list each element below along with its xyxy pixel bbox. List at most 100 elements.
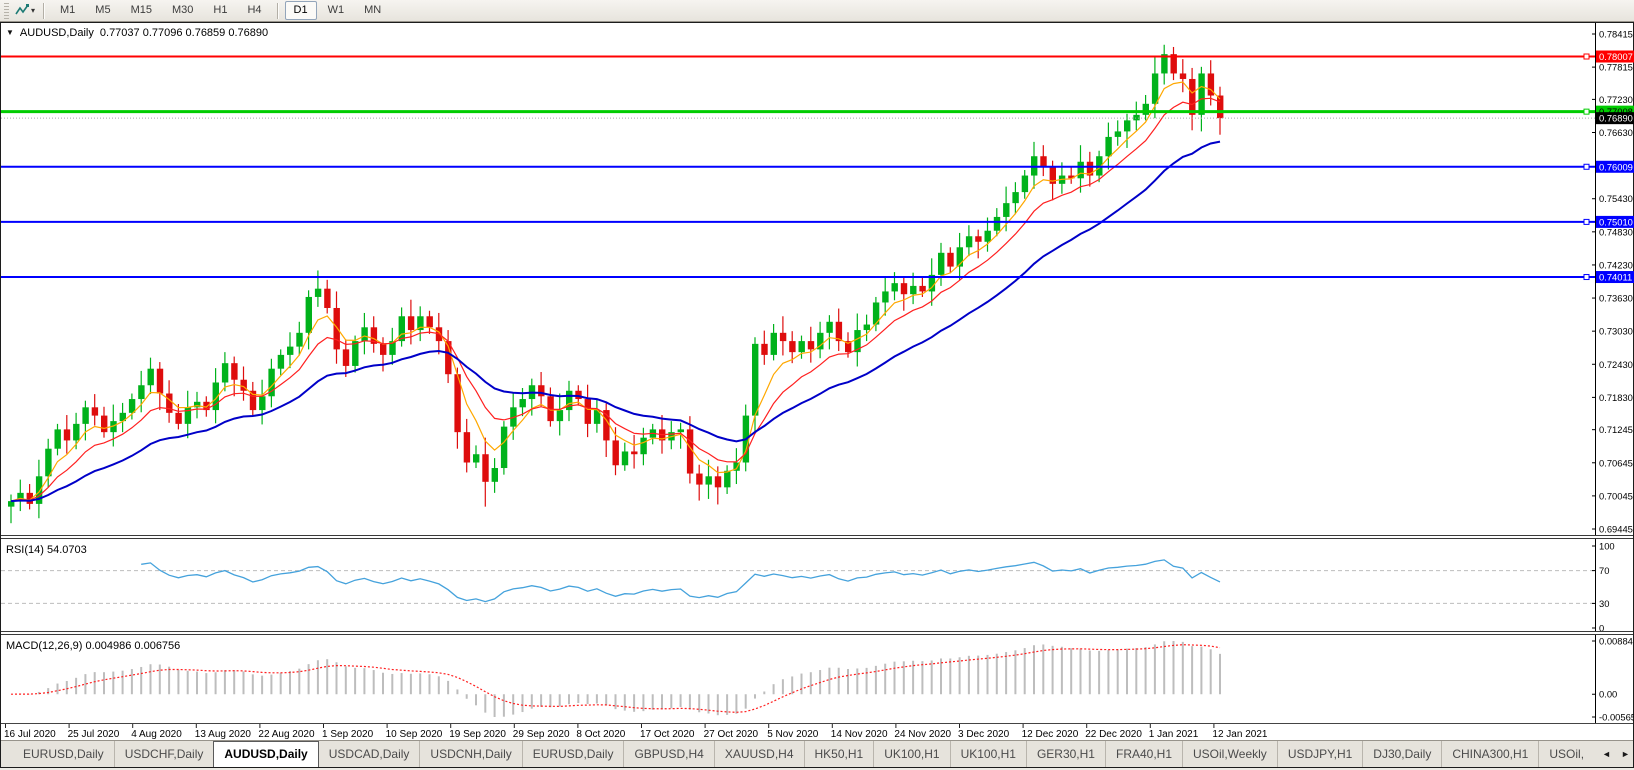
date-tick-label: 1 Jan 2021 [1149, 729, 1199, 740]
date-tick-label: 3 Dec 2020 [958, 729, 1010, 740]
tabs-scroll-left-icon[interactable]: ◄ [1602, 749, 1611, 759]
chart-tab-china300-h1[interactable]: CHINA300,H1 [1441, 741, 1538, 767]
chart-tab-dj30-daily[interactable]: DJ30,Daily [1362, 741, 1441, 767]
chart-tab-gbpusd-h4[interactable]: GBPUSD,H4 [623, 741, 713, 767]
timeframe-button-mn[interactable]: MN [355, 1, 390, 20]
date-tick-label: 8 Oct 2020 [576, 729, 625, 740]
hline-handle[interactable] [1584, 275, 1589, 280]
price-tick-label: 0.72430 [1599, 359, 1633, 370]
timeframe-button-m5[interactable]: M5 [86, 1, 119, 20]
chart-tab-audusd-daily[interactable]: AUDUSD,Daily [213, 741, 318, 767]
date-tick-label: 14 Nov 2020 [831, 729, 888, 740]
macd-histogram [11, 641, 1220, 717]
timeframe-group-higher: D1W1MN [284, 1, 392, 20]
macd-tick-label: 0.00 [1599, 689, 1617, 700]
date-tick-label: 4 Aug 2020 [131, 729, 182, 740]
date-tick-label: 13 Aug 2020 [195, 729, 252, 740]
main-price-pane[interactable]: 0.78415 0.77815 0.77230 0.76630 0.75430 0.748… [1, 23, 1634, 535]
date-tick-label: 22 Dec 2020 [1085, 729, 1142, 740]
price-tick-label: 0.71245 [1599, 424, 1633, 435]
hline-handle[interactable] [1584, 219, 1589, 224]
date-tick-label: 22 Aug 2020 [258, 729, 315, 740]
ohlc-readout: 0.77037 0.77096 0.76859 0.76890 [100, 27, 268, 39]
chart-tab-usdcad-daily[interactable]: USDCAD,Daily [319, 741, 420, 767]
price-tick-label: 0.69445 [1599, 524, 1633, 535]
timeframe-button-d1[interactable]: D1 [285, 1, 317, 20]
chart-window: ▼ AUDUSD,Daily 0.77037 0.77096 0.76859 0… [0, 22, 1634, 768]
rsi-tick-label: 30 [1599, 598, 1609, 609]
macd-pane[interactable]: 0.00884 0.00 -0.00565 [1, 635, 1634, 723]
timeframe-button-m15[interactable]: M15 [122, 1, 161, 20]
caret-down-icon[interactable]: ▾ [31, 6, 38, 15]
timeframe-button-h1[interactable]: H1 [204, 1, 236, 20]
timeframe-button-m1[interactable]: M1 [51, 1, 84, 20]
tabs-scroll-controls: ◄ ► [1594, 741, 1634, 767]
tabs-scroll-right-icon[interactable]: ► [1621, 749, 1630, 759]
price-tick-label: 0.70645 [1599, 457, 1633, 468]
hline-price-label: 0.74011 [1599, 272, 1632, 283]
chart-tab-usdchf-daily[interactable]: USDCHF,Daily [114, 741, 214, 767]
macd-tick-label: -0.00565 [1599, 712, 1634, 723]
chart-tab-hk50-h1[interactable]: HK50,H1 [804, 741, 874, 767]
toolbar-grip[interactable] [4, 3, 9, 19]
macd-tick-label: 0.00884 [1599, 636, 1633, 647]
chart-tab-eurusd-daily[interactable]: EURUSD,Daily [522, 741, 624, 767]
timeframe-button-w1[interactable]: W1 [319, 1, 354, 20]
price-tick-label: 0.74830 [1599, 226, 1633, 237]
chart-tab-ger30-h1[interactable]: GER30,H1 [1026, 741, 1105, 767]
price-tick-label: 0.70045 [1599, 490, 1633, 501]
chart-tab-fra40-h1[interactable]: FRA40,H1 [1105, 741, 1182, 767]
date-tick-label: 29 Sep 2020 [513, 729, 570, 740]
chart-tab-xauusd-h4[interactable]: XAUUSD,H4 [714, 741, 804, 767]
timeframe-toolbar: ▾ M1M5M15M30H1H4 D1W1MN [0, 0, 1634, 22]
hline-price-label: 0.78007 [1599, 51, 1633, 62]
date-tick-label: 5 Nov 2020 [767, 729, 819, 740]
hline-handle[interactable] [1584, 164, 1589, 169]
timeframe-button-m30[interactable]: M30 [163, 1, 202, 20]
macd-label: MACD(12,26,9) 0.004986 0.006756 [6, 640, 180, 652]
current-price-label: 0.76890 [1599, 113, 1633, 124]
date-tick-label: 19 Sep 2020 [449, 729, 506, 740]
chart-tab-usoil-[interactable]: USOil, [1538, 741, 1594, 767]
price-tick-label: 0.74230 [1599, 259, 1633, 270]
hline-handle[interactable] [1584, 109, 1589, 114]
price-tick-label: 0.71830 [1599, 392, 1633, 403]
chart-tab-eurusd-daily[interactable]: EURUSD,Daily [13, 741, 114, 767]
rsi-line[interactable] [141, 560, 1220, 602]
date-axis: 16 Jul 202025 Jul 20204 Aug 202013 Aug 2… [1, 723, 1633, 740]
hline-handle[interactable] [1584, 54, 1589, 59]
chart-tab-usdjpy-h1[interactable]: USDJPY,H1 [1277, 741, 1362, 767]
candles[interactable] [8, 45, 1223, 523]
rsi-pane[interactable]: 100 70 30 0 [1, 539, 1634, 631]
timeframe-button-h4[interactable]: H4 [238, 1, 270, 20]
chart-title: ▼ AUDUSD,Daily 0.77037 0.77096 0.76859 0… [6, 27, 268, 39]
rsi-tick-label: 100 [1599, 541, 1615, 552]
chart-tabs-bar: EURUSD,DailyUSDCHF,DailyAUDUSD,DailyUSDC… [1, 740, 1633, 767]
macd-value-label: MACD(12,26,9) 0.004986 0.006756 [6, 640, 180, 652]
chart-tab-uk100-h1[interactable]: UK100,H1 [873, 741, 949, 767]
toolbar-separator [277, 3, 279, 19]
date-tick-label: 25 Jul 2020 [68, 729, 120, 740]
price-tick-label: 0.75430 [1599, 193, 1633, 204]
rsi-tick-label: 0 [1599, 623, 1604, 632]
collapse-triangle-icon[interactable]: ▼ [6, 27, 14, 39]
date-tick-label: 10 Sep 2020 [386, 729, 443, 740]
chart-tab-usdcnh-daily[interactable]: USDCNH,Daily [419, 741, 521, 767]
price-tick-label: 0.77815 [1599, 62, 1633, 73]
chart-tab-uk100-h1[interactable]: UK100,H1 [950, 741, 1026, 767]
line-study-icon [15, 3, 30, 18]
rsi-value-label: RSI(14) 54.0703 [6, 544, 87, 556]
price-tick-label: 0.73030 [1599, 326, 1633, 337]
rsi-label: RSI(14) 54.0703 [6, 544, 87, 556]
toolbar-separator [43, 3, 45, 19]
hline-price-label: 0.75010 [1599, 216, 1633, 227]
price-tick-label: 0.77230 [1599, 94, 1633, 105]
chart-tab-usoil-weekly[interactable]: USOil,Weekly [1182, 741, 1277, 767]
chart-tool-icon[interactable] [13, 2, 31, 20]
rsi-tick-label: 70 [1599, 565, 1609, 576]
price-tick-label: 0.76630 [1599, 127, 1633, 138]
price-tick-label: 0.78415 [1599, 29, 1633, 40]
price-tick-label: 0.73630 [1599, 293, 1633, 304]
date-tick-label: 24 Nov 2020 [894, 729, 951, 740]
date-tick-label: 12 Dec 2020 [1022, 729, 1079, 740]
